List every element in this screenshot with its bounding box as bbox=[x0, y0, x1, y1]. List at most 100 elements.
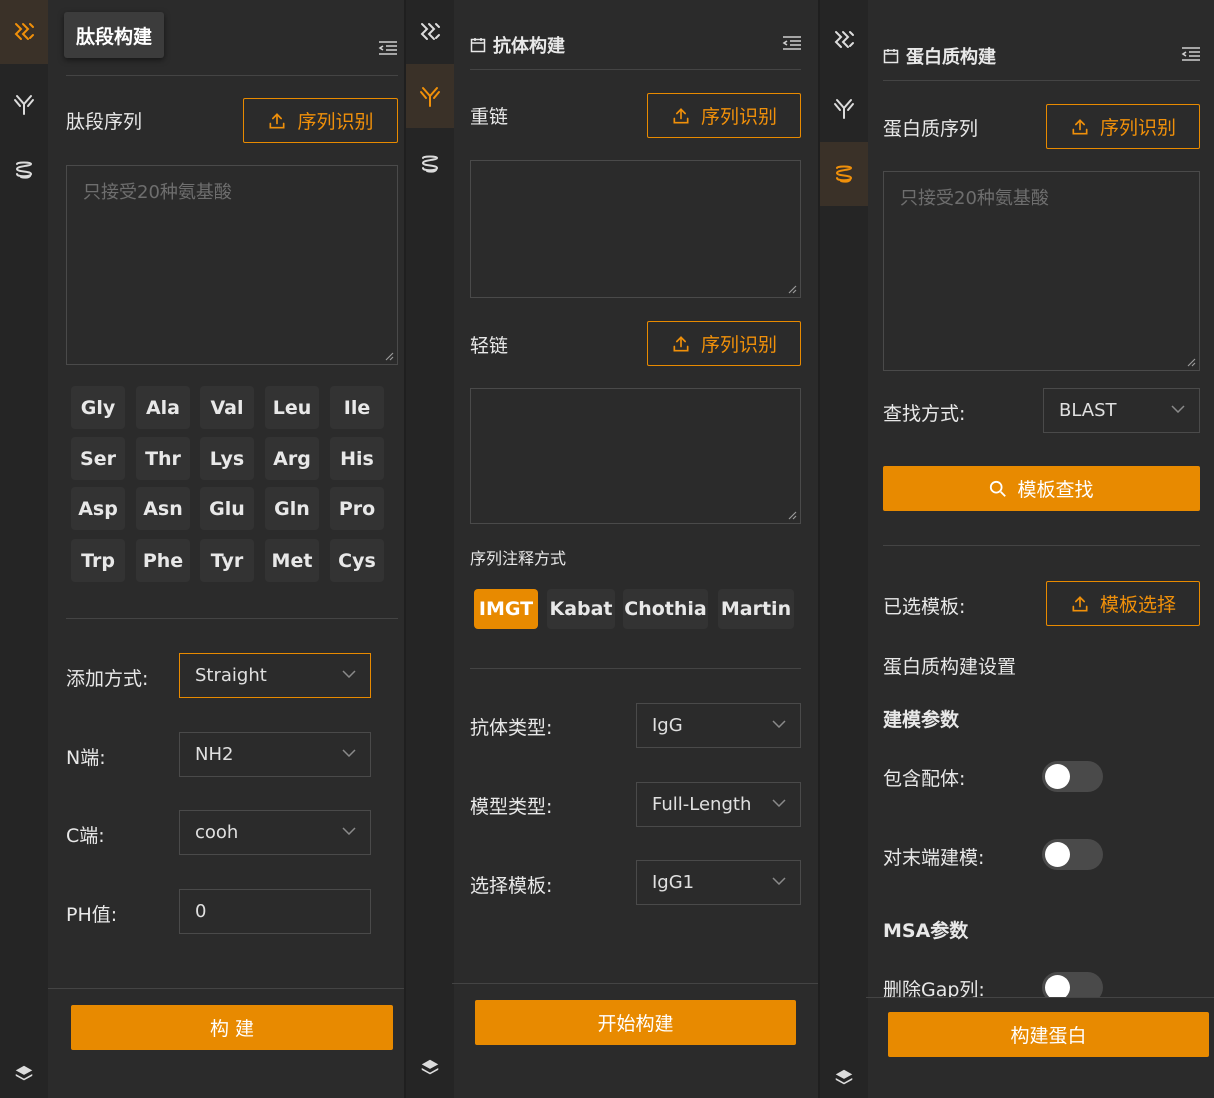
layers-icon bbox=[13, 1063, 35, 1085]
include-ligand-label: 包含配体: bbox=[883, 768, 966, 790]
heavy-recognize-button[interactable]: 序列识别 bbox=[647, 93, 801, 138]
amino-acid-leu-button[interactable]: Leu bbox=[265, 386, 319, 429]
amino-acid-glu-button[interactable]: Glu bbox=[200, 487, 254, 530]
antibody-title-text: 抗体构建 bbox=[493, 36, 565, 57]
amino-acid-ile-button[interactable]: Ile bbox=[330, 386, 384, 429]
peptide-nav-button[interactable] bbox=[406, 0, 454, 64]
antibody-icon bbox=[418, 84, 442, 108]
amino-acid-met-button[interactable]: Met bbox=[265, 539, 319, 582]
antibody-start-button[interactable]: 开始构建 bbox=[475, 1000, 796, 1045]
protein-recognize-button[interactable]: 序列识别 bbox=[1046, 104, 1200, 149]
protein-nav-button[interactable] bbox=[406, 132, 454, 196]
antibody-nav-button[interactable] bbox=[820, 76, 868, 140]
scheme-chothia[interactable]: Chothia bbox=[623, 589, 708, 629]
layers-nav-button[interactable] bbox=[0, 1042, 48, 1098]
antibody-type-select[interactable]: IgG bbox=[636, 703, 801, 748]
protein-title-text: 蛋白质构建 bbox=[906, 47, 996, 68]
divider bbox=[883, 80, 1200, 81]
chevron-down-icon bbox=[342, 827, 356, 835]
template-select[interactable]: IgG1 bbox=[636, 860, 801, 905]
amino-acid-thr-button[interactable]: Thr bbox=[136, 437, 190, 480]
protein-icon bbox=[832, 162, 856, 186]
search-mode-select[interactable]: BLAST bbox=[1043, 388, 1200, 433]
c-term-label: C端: bbox=[66, 825, 105, 847]
n-term-value: NH2 bbox=[195, 744, 234, 765]
amino-acid-gln-button[interactable]: Gln bbox=[265, 487, 319, 530]
layers-nav-button[interactable] bbox=[820, 1046, 868, 1098]
model-type-select[interactable]: Full-Length bbox=[636, 782, 801, 827]
peptide-nav-button[interactable] bbox=[0, 0, 48, 64]
collapse-icon[interactable] bbox=[1181, 46, 1201, 62]
antibody-nav-button[interactable] bbox=[406, 64, 454, 128]
collapse-icon[interactable] bbox=[782, 35, 802, 51]
amino-acid-ser-button[interactable]: Ser bbox=[71, 437, 125, 480]
peptide-seq-label: 肽段序列 bbox=[66, 111, 143, 133]
light-recognize-button[interactable]: 序列识别 bbox=[647, 321, 801, 366]
light-chain-textarea[interactable] bbox=[470, 388, 801, 524]
antibody-nav-button[interactable] bbox=[0, 72, 48, 136]
peptide-icon bbox=[832, 28, 856, 52]
antibody-type-label: 抗体类型: bbox=[470, 717, 553, 739]
amino-acid-gly-button[interactable]: Gly bbox=[71, 386, 125, 429]
n-term-select[interactable]: NH2 bbox=[179, 732, 371, 777]
resize-grip-icon[interactable] bbox=[385, 352, 394, 361]
amino-acid-pro-button[interactable]: Pro bbox=[330, 487, 384, 530]
calendar-icon bbox=[470, 37, 486, 53]
amino-acid-trp-button[interactable]: Trp bbox=[71, 539, 125, 582]
collapse-icon[interactable] bbox=[378, 40, 398, 56]
template-select-label: 模板选择 bbox=[1099, 594, 1176, 616]
amino-acid-lys-button[interactable]: Lys bbox=[200, 437, 254, 480]
nav-tooltip: 肽段构建 bbox=[64, 12, 165, 58]
placeholder: 只接受20种氨基酸 bbox=[900, 188, 1049, 209]
resize-grip-icon[interactable] bbox=[788, 285, 797, 294]
terminal-modeling-toggle[interactable] bbox=[1042, 839, 1103, 870]
peptide-seq-textarea[interactable]: 只接受20种氨基酸 bbox=[66, 165, 398, 365]
add-mode-select[interactable]: Straight bbox=[179, 653, 371, 698]
amino-acid-phe-button[interactable]: Phe bbox=[136, 539, 190, 582]
c-term-select[interactable]: cooh bbox=[179, 810, 371, 855]
scheme-kabat[interactable]: Kabat bbox=[547, 589, 615, 629]
amino-acid-ala-button[interactable]: Ala bbox=[136, 386, 190, 429]
add-mode-label: 添加方式: bbox=[66, 668, 149, 690]
resize-grip-icon[interactable] bbox=[788, 511, 797, 520]
ph-input[interactable]: 0 bbox=[179, 889, 371, 934]
chevron-down-icon bbox=[772, 877, 786, 885]
divider bbox=[470, 668, 801, 669]
amino-acid-tyr-button[interactable]: Tyr bbox=[200, 539, 254, 582]
amino-acid-val-button[interactable]: Val bbox=[200, 386, 254, 429]
ph-value: 0 bbox=[195, 901, 207, 922]
template-value: IgG1 bbox=[652, 872, 695, 893]
amino-acid-arg-button[interactable]: Arg bbox=[265, 437, 319, 480]
amino-acid-asp-button[interactable]: Asp bbox=[71, 487, 125, 530]
modeling-params-heading: 建模参数 bbox=[883, 709, 960, 731]
remove-gap-label: 删除Gap列: bbox=[883, 979, 985, 998]
antibody-icon bbox=[12, 92, 36, 116]
template-select-button[interactable]: 模板选择 bbox=[1046, 581, 1200, 626]
search-icon bbox=[989, 480, 1007, 498]
layers-nav-button[interactable] bbox=[406, 1036, 454, 1098]
scheme-imgt[interactable]: IMGT bbox=[474, 589, 538, 629]
upload-icon bbox=[671, 334, 691, 354]
amino-acid-his-button[interactable]: His bbox=[330, 437, 384, 480]
resize-grip-icon[interactable] bbox=[1187, 358, 1196, 367]
amino-acid-asn-button[interactable]: Asn bbox=[136, 487, 190, 530]
protein-icon bbox=[418, 152, 442, 176]
heavy-chain-textarea[interactable] bbox=[470, 160, 801, 298]
template-search-button[interactable]: 模板查找 bbox=[883, 466, 1200, 511]
peptide-nav-button[interactable] bbox=[820, 8, 868, 72]
protein-nav-button[interactable] bbox=[820, 142, 868, 206]
protein-seq-textarea[interactable]: 只接受20种氨基酸 bbox=[883, 171, 1200, 371]
peptide-build-button[interactable]: 构 建 bbox=[71, 1005, 393, 1050]
add-mode-value: Straight bbox=[195, 665, 267, 686]
remove-gap-toggle[interactable] bbox=[1042, 972, 1103, 998]
recognize-label: 序列识别 bbox=[700, 106, 777, 128]
template-label: 选择模板: bbox=[470, 875, 553, 897]
include-ligand-toggle[interactable] bbox=[1042, 761, 1103, 792]
protein-build-button[interactable]: 构建蛋白 bbox=[888, 1012, 1209, 1057]
peptide-recognize-button[interactable]: 序列识别 bbox=[243, 98, 398, 143]
protein-nav-button[interactable] bbox=[0, 138, 48, 202]
recognize-label: 序列识别 bbox=[297, 111, 374, 133]
model-type-label: 模型类型: bbox=[470, 796, 553, 818]
scheme-martin[interactable]: Martin bbox=[718, 589, 794, 629]
amino-acid-cys-button[interactable]: Cys bbox=[330, 539, 384, 582]
